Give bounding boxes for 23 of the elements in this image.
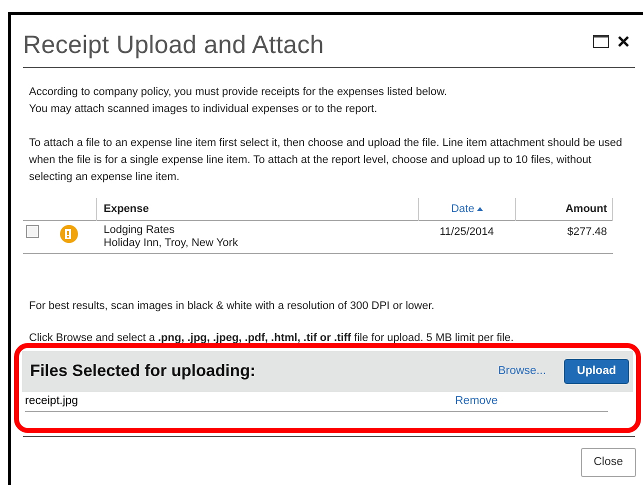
close-button[interactable]: Close	[580, 448, 636, 477]
column-header[interactable]: Date	[451, 200, 474, 218]
amount-cell: $277.48	[567, 226, 607, 238]
intro-text: You may attach scanned images to individual expenses or to the report.	[29, 102, 378, 117]
column-header[interactable]: Expense	[104, 200, 149, 218]
expense-name: Lodging Rates	[104, 224, 176, 237]
row-checkbox[interactable]	[26, 225, 39, 238]
upload-button[interactable]: Upload	[564, 359, 629, 384]
file-types-text: Click Browse and select a .png, .jpg, .jpeg, .pdf, .html, .tif or .tiff file for upload. 5 MB limit per file.	[29, 330, 515, 346]
file-name: receipt.jpg	[25, 394, 80, 409]
instructions-text: To attach a file to an expense line item first select it, then choose and upload the file. Line item attachment should be used when the file is for a single expense line item. To attach at the report level, choose and upload up to 10 files, without selecting an expense line item.	[29, 136, 624, 185]
maximize-icon[interactable]	[593, 35, 609, 48]
browse-link[interactable]: Browse...	[498, 362, 546, 380]
panel-heading: Files Selected for uploading:	[30, 361, 256, 382]
tip-text: For best results, scan images in black & white with a resolution of 300 DPI or lower.	[29, 299, 436, 314]
expense-location: Holiday Inn, Troy, New York	[104, 237, 239, 250]
window-title: Receipt Upload and Attach	[23, 30, 324, 61]
date-cell: 11/25/2014	[440, 226, 494, 238]
close-icon[interactable]	[618, 36, 629, 47]
remove-link[interactable]: Remove	[455, 392, 498, 410]
column-header[interactable]: Amount	[565, 200, 608, 218]
intro-text: According to company policy, you must provide receipts for the expenses listed below.	[29, 85, 448, 100]
sort-up-icon	[477, 207, 484, 211]
